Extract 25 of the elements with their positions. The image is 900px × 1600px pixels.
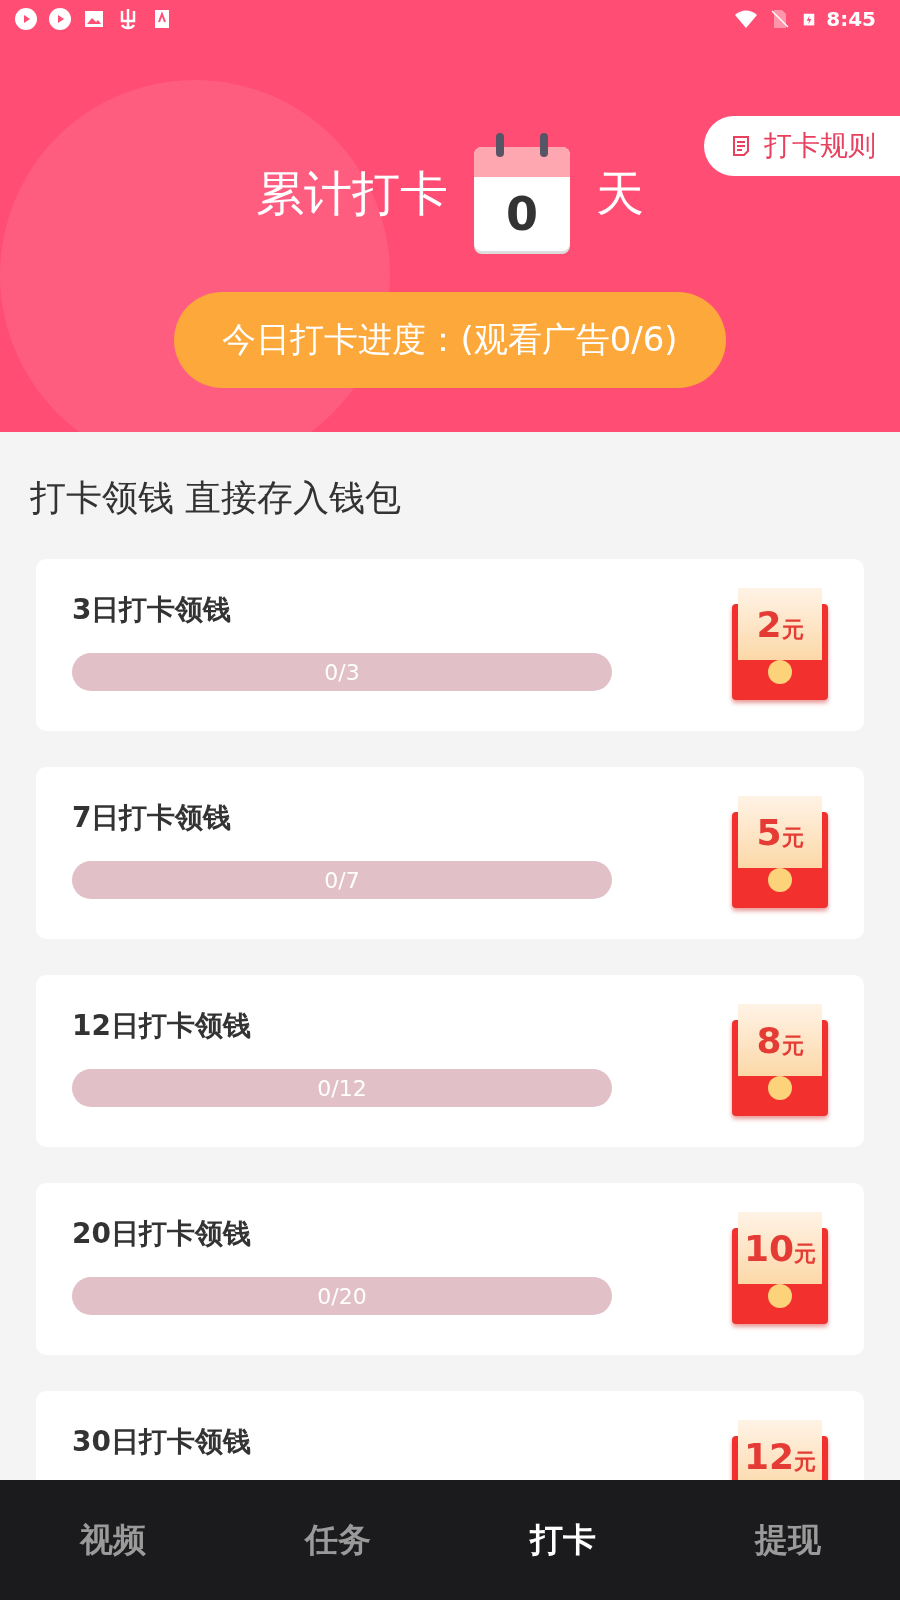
- total-checkin-label: 累计打卡: [256, 163, 448, 223]
- reward-title: 30日打卡领钱: [72, 1424, 252, 1460]
- video-app-icon: [14, 7, 38, 31]
- nav-tab[interactable]: 视频: [0, 1516, 225, 1564]
- reward-amount: 10元: [743, 1227, 817, 1269]
- nav-tab[interactable]: 任务: [225, 1516, 450, 1564]
- rules-button[interactable]: 打卡规则: [704, 116, 900, 176]
- status-time: 8:45: [826, 7, 876, 31]
- nav-tab[interactable]: 打卡: [450, 1516, 675, 1564]
- video-app-icon: [48, 7, 72, 31]
- progress-reading: 0/20: [317, 1283, 367, 1309]
- reward-amount: 12元: [743, 1435, 817, 1477]
- reward-title: 12日打卡领钱: [72, 1008, 252, 1044]
- reward-title: 7日打卡领钱: [72, 800, 233, 836]
- reward-amount: 8元: [756, 1019, 804, 1061]
- reward-amount: 2元: [756, 603, 804, 645]
- progress-reading: 0/12: [317, 1075, 367, 1101]
- section-title: 打卡领钱 直接存入钱包: [30, 476, 403, 520]
- progress-reading: 0/7: [324, 867, 360, 893]
- reward-amount: 5元: [756, 811, 804, 853]
- reward-title: 20日打卡领钱: [72, 1216, 252, 1252]
- reward-title: 3日打卡领钱: [72, 592, 233, 628]
- nav-tab[interactable]: 提现: [675, 1516, 900, 1564]
- progress-reading: 0/3: [324, 659, 360, 685]
- day-unit: 天: [596, 163, 644, 223]
